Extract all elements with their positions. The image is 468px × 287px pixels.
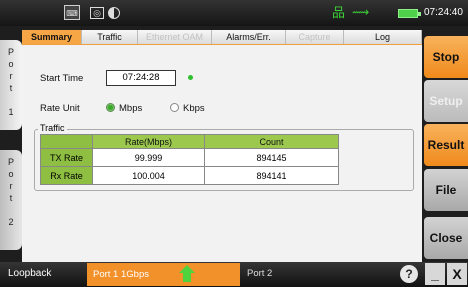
table-header-row: Rate(Mbps) Count [40,134,339,149]
tab-capture: Capture [286,30,344,44]
result-button[interactable]: Result [424,124,468,166]
port-1-tab[interactable]: P o r t 1 [0,40,22,130]
column-header-count: Count [204,134,339,149]
start-time-label: Start Time [40,73,84,84]
table-corner [40,134,93,149]
stop-button[interactable]: Stop [424,36,468,78]
tab-traffic[interactable]: Traffic [82,30,138,44]
port-1-status[interactable]: Port 1 1Gbps [87,263,240,286]
traffic-group-title: Traffic [38,123,67,133]
row-label-rx: Rx Rate [40,166,93,185]
start-time-value: 07:24:28 [106,70,176,86]
column-header-rate: Rate(Mbps) [92,134,205,149]
tab-bar: Summary Traffic Ethernet OAM Alarms/Err.… [22,30,422,45]
table-row: TX Rate 99.999 894145 [40,148,339,167]
table-row: Rx Rate 100.004 894141 [40,166,339,185]
usb-icon: ⟿ [352,5,370,19]
close-button[interactable]: Close [424,217,468,259]
brightness-icon[interactable] [108,7,120,19]
battery-icon [398,9,421,18]
help-icon[interactable]: ? [400,265,418,283]
traffic-table: Rate(Mbps) Count TX Rate 99.999 894145 R… [40,134,339,185]
rate-unit-mbps-label[interactable]: Mbps [119,103,142,114]
port-2-tab[interactable]: P o r t 2 [0,150,22,250]
rate-unit-label: Rate Unit [40,103,80,114]
setup-button: Setup [424,80,468,122]
clock: 07:24:40 [424,7,463,18]
camera-icon[interactable]: ◎ [90,7,104,19]
tx-count-value: 894145 [204,148,339,167]
rx-count-value: 894141 [204,166,339,185]
status-bar: ⌨ ◎ 品 ⟿ 07:24:40 [0,0,468,26]
tab-log[interactable]: Log [344,30,422,44]
summary-panel: Summary Traffic Ethernet OAM Alarms/Err.… [22,30,422,262]
port-1-status-label: Port 1 1Gbps [93,269,149,280]
tab-ethernet-oam: Ethernet OAM [138,30,212,44]
file-button[interactable]: File [424,169,468,211]
rx-rate-value: 100.004 [92,166,205,185]
tx-rate-value: 99.999 [92,148,205,167]
keyboard-icon[interactable]: ⌨ [64,5,80,20]
port-2-status[interactable]: Port 2 [247,268,272,279]
loopback-label[interactable]: Loopback [8,268,51,279]
network-icon: 品 [332,5,346,20]
tab-alarms[interactable]: Alarms/Err. [212,30,286,44]
rate-unit-kbps-label[interactable]: Kbps [183,103,205,114]
minimize-button[interactable]: _ [425,263,445,285]
link-up-arrow-icon [179,265,195,283]
rate-unit-mbps-radio[interactable] [106,103,115,112]
exit-button[interactable]: X [447,263,467,285]
rate-unit-kbps-radio[interactable] [170,103,179,112]
row-label-tx: TX Rate [40,148,93,167]
running-indicator-icon [188,75,193,80]
tab-summary[interactable]: Summary [22,30,82,44]
